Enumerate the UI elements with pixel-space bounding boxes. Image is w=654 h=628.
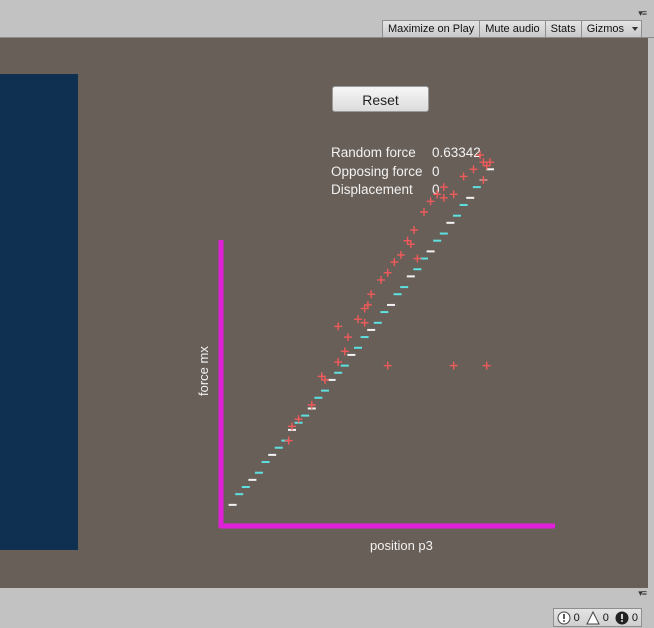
console-menu-icon[interactable]: ▾≡ (638, 588, 647, 599)
plus-marker (383, 268, 392, 277)
plus-marker (390, 258, 399, 267)
chevron-down-icon[interactable] (629, 20, 642, 38)
plus-marker (284, 436, 293, 445)
game-view-toolbar: ▾≡ Maximize on Play Mute audio Stats Giz… (0, 0, 654, 38)
stats-button[interactable]: Stats (544, 20, 581, 38)
plus-marker (367, 290, 376, 299)
unity-game-window: ▾≡ Maximize on Play Mute audio Stats Giz… (0, 0, 654, 628)
plus-marker (469, 165, 478, 174)
toolbar-button-group: Maximize on Play Mute audio Stats Gizmos (382, 20, 642, 38)
x-axis-label: position p3 (370, 538, 433, 553)
console-status-bar: ▾≡ 0 0 0 (0, 588, 654, 628)
info-count: 0 (573, 611, 580, 624)
plus-marker (449, 361, 458, 370)
error-count: 0 (631, 611, 638, 624)
error-toggle[interactable]: 0 (612, 609, 641, 626)
plus-marker (420, 208, 428, 217)
plus-marker (426, 197, 435, 206)
tab-menu-icon[interactable]: ▾≡ (638, 8, 647, 19)
plus-marker (396, 250, 405, 259)
game-viewport[interactable]: Reset Random force 0.63342 Opposing forc… (0, 38, 648, 588)
plus-marker (377, 275, 386, 284)
plus-marker (354, 315, 362, 324)
plus-marker (439, 193, 448, 202)
warning-toggle[interactable]: 0 (583, 609, 612, 626)
console-counters: 0 0 0 (552, 608, 642, 627)
plot-marks (228, 151, 494, 506)
warning-count: 0 (602, 611, 609, 624)
error-icon (615, 611, 629, 624)
maximize-on-play-button[interactable]: Maximize on Play (382, 20, 480, 38)
plus-marker (459, 172, 468, 181)
plus-marker (360, 318, 369, 327)
plus-marker (479, 175, 488, 184)
mute-audio-button[interactable]: Mute audio (479, 20, 545, 38)
plus-marker (439, 183, 448, 192)
plus-marker (383, 361, 392, 370)
plus-marker (482, 361, 491, 370)
plus-marker (334, 322, 343, 331)
gizmos-button[interactable]: Gizmos (580, 20, 629, 38)
plus-marker (476, 151, 485, 159)
plus-marker (449, 190, 458, 199)
plus-marker (433, 190, 442, 199)
plus-marker (413, 254, 422, 263)
info-icon (557, 611, 571, 624)
plus-marker (410, 225, 419, 234)
y-axis-label: force mx (196, 346, 211, 396)
warning-icon (585, 610, 600, 624)
info-toggle[interactable]: 0 (554, 609, 583, 626)
window-edge (648, 38, 654, 588)
force-position-plot: position p3 force mx (196, 151, 555, 553)
plus-marker (344, 333, 353, 342)
